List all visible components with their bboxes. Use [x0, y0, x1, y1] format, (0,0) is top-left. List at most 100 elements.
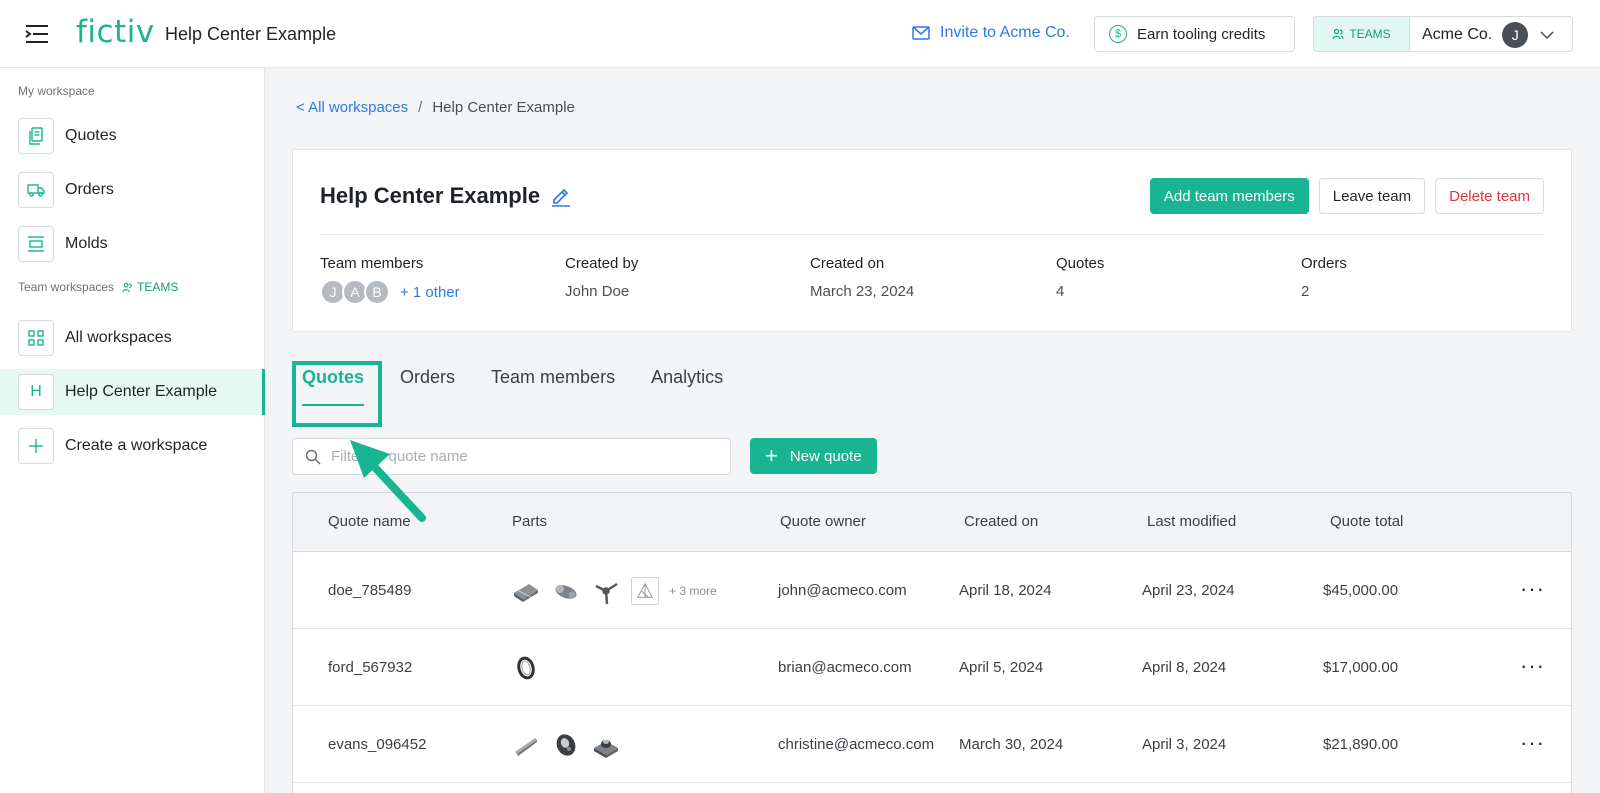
- parts-cell: [511, 730, 621, 760]
- sidebar-item-label: All workspaces: [65, 329, 172, 346]
- quote-owner-cell: john@acmeco.com: [778, 582, 907, 599]
- stat-quotes: Quotes 4: [1056, 255, 1104, 300]
- part-thumbnail[interactable]: [551, 576, 581, 606]
- team-name: Help Center Example: [320, 183, 541, 208]
- search-icon: [305, 449, 321, 465]
- more-parts-label[interactable]: + 3 more: [669, 584, 717, 598]
- created-on-cell: April 5, 2024: [959, 659, 1044, 676]
- part-thumbnail[interactable]: [511, 730, 541, 760]
- sidebar-item-quotes[interactable]: Quotes: [0, 113, 265, 159]
- menu-toggle-icon[interactable]: [24, 22, 50, 46]
- tab-orders[interactable]: Orders: [390, 360, 465, 412]
- sidebar-item-orders[interactable]: Orders: [0, 167, 265, 213]
- user-avatar[interactable]: J: [1502, 22, 1529, 48]
- parts-cell: + 3 more: [511, 576, 717, 606]
- add-team-members-button[interactable]: Add team members: [1149, 178, 1309, 214]
- sidebar-item-label: Molds: [65, 235, 108, 252]
- stat-created-by: Created by John Doe: [565, 255, 638, 300]
- stat-label: Created on: [810, 255, 885, 272]
- stat-orders: Orders 2: [1301, 255, 1347, 300]
- workspace-initial: H: [18, 374, 54, 410]
- column-header-quote-name[interactable]: Quote name: [328, 513, 411, 530]
- fictiv-logo[interactable]: fictiv: [76, 14, 155, 50]
- tab-analytics[interactable]: Analytics: [641, 360, 733, 412]
- quote-name-cell[interactable]: evans_096452: [328, 736, 426, 753]
- sidebar-item-help-center-example[interactable]: H Help Center Example: [0, 369, 265, 415]
- tab-team-members[interactable]: Team members: [481, 360, 625, 412]
- leave-team-button[interactable]: Leave team: [1318, 178, 1426, 214]
- sidebar-item-label: Help Center Example: [65, 383, 218, 400]
- sidebar-item-label: Quotes: [65, 127, 117, 144]
- warning-placeholder-icon[interactable]: [631, 577, 659, 605]
- new-quote-label: New quote: [789, 447, 862, 465]
- stat-value: 2: [1301, 283, 1310, 300]
- breadcrumb-back-link[interactable]: < All workspaces: [296, 99, 408, 116]
- header-title: Help Center Example: [165, 24, 337, 44]
- table-row[interactable]: ford_567932 brian@acmeco.com April 5, 20…: [293, 629, 1571, 706]
- quotes-icon: [18, 118, 54, 154]
- table-row[interactable]: doe_785489 + 3 more john@acmeco.com Apri…: [293, 552, 1571, 629]
- last-modified-cell: April 23, 2024: [1142, 582, 1235, 599]
- chevron-down-icon[interactable]: [1540, 28, 1554, 42]
- column-header-quote-total[interactable]: Quote total: [1330, 513, 1403, 530]
- part-thumbnail[interactable]: [511, 653, 541, 683]
- people-icon: [122, 282, 132, 292]
- teams-mini-badge: TEAMS: [122, 280, 178, 294]
- team-actions: Add team members Leave team Delete team: [1149, 178, 1544, 214]
- column-header-created-on[interactable]: Created on: [964, 513, 1038, 530]
- breadcrumb-current: Help Center Example: [432, 99, 575, 116]
- row-more-menu-icon[interactable]: ···: [1520, 576, 1545, 602]
- quote-name-cell[interactable]: ford_567932: [328, 659, 412, 676]
- part-thumbnail[interactable]: [511, 576, 541, 606]
- molds-icon: [18, 226, 54, 262]
- table-row[interactable]: evans_096452 christine@acmeco.com March …: [293, 706, 1571, 783]
- stat-created-on: Created on March 23, 2024: [810, 255, 914, 300]
- earn-credits-button[interactable]: $ Earn tooling credits: [1094, 16, 1295, 52]
- column-header-parts: Parts: [512, 513, 548, 530]
- sidebar-item-create-workspace[interactable]: Create a workspace: [0, 423, 265, 469]
- part-thumbnail[interactable]: [591, 576, 621, 606]
- main-content: < All workspaces / Help Center Example H…: [265, 68, 1600, 793]
- part-thumbnail[interactable]: [591, 730, 621, 760]
- tab-quotes[interactable]: Quotes: [292, 360, 374, 412]
- stat-label: Quotes: [1056, 255, 1105, 272]
- row-more-menu-icon[interactable]: ···: [1520, 730, 1545, 756]
- team-workspaces-heading: Team workspaces TEAMS: [18, 280, 178, 294]
- other-members-link[interactable]: + 1 other: [400, 284, 460, 301]
- truck-icon: [18, 172, 54, 208]
- column-header-quote-owner[interactable]: Quote owner: [780, 513, 866, 530]
- team-title: Help Center Example: [320, 183, 572, 209]
- row-more-menu-icon[interactable]: ···: [1520, 653, 1545, 679]
- sidebar-item-molds[interactable]: Molds: [0, 221, 265, 267]
- last-modified-cell: April 3, 2024: [1142, 736, 1227, 753]
- invite-label: Invite to Acme Co.: [940, 24, 1070, 41]
- stat-team-members: Team members J A B + 1 other: [320, 255, 460, 305]
- grid-icon: [18, 320, 54, 356]
- stat-label: Created by: [565, 255, 639, 272]
- last-modified-cell: April 8, 2024: [1142, 659, 1227, 676]
- quote-total-cell: $17,000.00: [1323, 659, 1399, 676]
- quote-owner-cell: brian@acmeco.com: [778, 659, 912, 676]
- teams-mini-label: TEAMS: [137, 280, 179, 294]
- plus-icon: +: [765, 443, 778, 468]
- member-avatar[interactable]: B: [364, 279, 390, 305]
- filter-quote-input[interactable]: [331, 448, 711, 465]
- card-divider: [320, 234, 1544, 235]
- created-on-cell: March 30, 2024: [959, 736, 1064, 753]
- team-summary-card: Help Center Example Add team members Lea…: [292, 149, 1572, 332]
- sidebar-item-all-workspaces[interactable]: All workspaces: [0, 315, 265, 361]
- invite-link[interactable]: Invite to Acme Co.: [912, 24, 1070, 42]
- breadcrumb-back-label: All workspaces: [308, 99, 409, 116]
- sidebar-item-label: Orders: [65, 181, 114, 198]
- stat-label: Orders: [1301, 255, 1347, 272]
- column-header-last-modified[interactable]: Last modified: [1147, 513, 1236, 530]
- filter-quote-field[interactable]: [292, 438, 731, 475]
- quote-owner-cell: christine@acmeco.com: [778, 736, 935, 753]
- org-switcher[interactable]: TEAMS Acme Co. J: [1313, 16, 1573, 52]
- part-thumbnail[interactable]: [551, 730, 581, 760]
- new-quote-button[interactable]: + New quote: [750, 438, 877, 474]
- quote-name-cell[interactable]: doe_785489: [328, 582, 411, 599]
- pencil-edit-icon[interactable]: [550, 185, 572, 207]
- table-header: Quote name Parts Quote owner Created on …: [293, 493, 1571, 552]
- delete-team-button[interactable]: Delete team: [1435, 178, 1544, 214]
